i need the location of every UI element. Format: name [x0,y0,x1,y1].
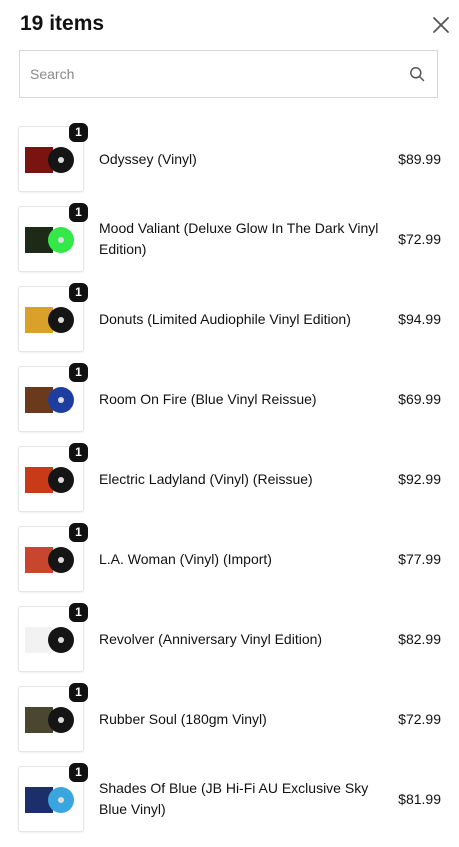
product-thumbnail[interactable]: 1 [19,443,88,511]
quantity-badge: 1 [69,363,88,382]
product-thumbnail[interactable]: 1 [19,523,88,591]
product-thumbnail[interactable]: 1 [19,603,88,671]
quantity-badge: 1 [69,283,88,302]
product-thumbnail[interactable]: 1 [19,123,88,191]
product-thumbnail[interactable]: 1 [19,763,88,831]
cart-item[interactable]: 1 Mood Valiant (Deluxe Glow In The Dark … [19,203,441,287]
product-price: $94.99 [398,311,441,327]
product-name[interactable]: Room On Fire (Blue Vinyl Reissue) [99,367,381,431]
cart-item[interactable]: 1 Odyssey (Vinyl) $89.99 [19,123,441,207]
cart-item[interactable]: 1 Donuts (Limited Audiophile Vinyl Editi… [19,283,441,367]
product-thumbnail[interactable]: 1 [19,283,88,351]
search-box [19,50,438,98]
album-art-icon [25,547,74,573]
item-count-title: 19 items [20,12,105,35]
album-art-icon [25,307,74,333]
product-name[interactable]: L.A. Woman (Vinyl) (Import) [99,527,381,591]
quantity-badge: 1 [69,203,88,222]
cart-item[interactable]: 1 Revolver (Anniversary Vinyl Edition) $… [19,603,441,687]
product-name[interactable]: Odyssey (Vinyl) [99,127,381,191]
search-input[interactable] [30,51,390,97]
quantity-badge: 1 [69,763,88,782]
album-art-icon [25,227,74,253]
album-art-icon [25,387,74,413]
close-button[interactable] [431,15,451,35]
quantity-badge: 1 [69,443,88,462]
product-name[interactable]: Mood Valiant (Deluxe Glow In The Dark Vi… [99,207,381,271]
quantity-badge: 1 [69,123,88,142]
cart-item[interactable]: 1 Room On Fire (Blue Vinyl Reissue) $69.… [19,363,441,447]
cart-item[interactable]: 1 Rubber Soul (180gm Vinyl) $72.99 [19,683,441,767]
close-icon [433,17,449,33]
quantity-badge: 1 [69,603,88,622]
product-price: $72.99 [398,231,441,247]
product-price: $81.99 [398,791,441,807]
product-price: $72.99 [398,711,441,727]
cart-header: 19 items [20,12,450,40]
product-price: $77.99 [398,551,441,567]
quantity-badge: 1 [69,683,88,702]
cart-item[interactable]: 1 Electric Ladyland (Vinyl) (Reissue) $9… [19,443,441,527]
product-price: $82.99 [398,631,441,647]
product-price: $92.99 [398,471,441,487]
album-art-icon [25,627,74,653]
product-name[interactable]: Electric Ladyland (Vinyl) (Reissue) [99,447,381,511]
album-art-icon [25,787,74,813]
product-thumbnail[interactable]: 1 [19,683,88,751]
quantity-badge: 1 [69,523,88,542]
cart-item[interactable]: 1 L.A. Woman (Vinyl) (Import) $77.99 [19,523,441,607]
cart-item-list: 1 Odyssey (Vinyl) $89.99 1 Mood Valiant … [19,123,441,847]
cart-item[interactable]: 1 Shades Of Blue (JB Hi-Fi AU Exclusive … [19,763,441,847]
product-name[interactable]: Rubber Soul (180gm Vinyl) [99,687,381,751]
album-art-icon [25,147,74,173]
product-price: $89.99 [398,151,441,167]
product-thumbnail[interactable]: 1 [19,203,88,271]
album-art-icon [25,707,74,733]
product-name[interactable]: Revolver (Anniversary Vinyl Edition) [99,607,381,671]
product-name[interactable]: Donuts (Limited Audiophile Vinyl Edition… [99,287,381,351]
album-art-icon [25,467,74,493]
product-thumbnail[interactable]: 1 [19,363,88,431]
product-price: $69.99 [398,391,441,407]
search-icon[interactable] [409,66,425,82]
product-name[interactable]: Shades Of Blue (JB Hi-Fi AU Exclusive Sk… [99,767,381,831]
